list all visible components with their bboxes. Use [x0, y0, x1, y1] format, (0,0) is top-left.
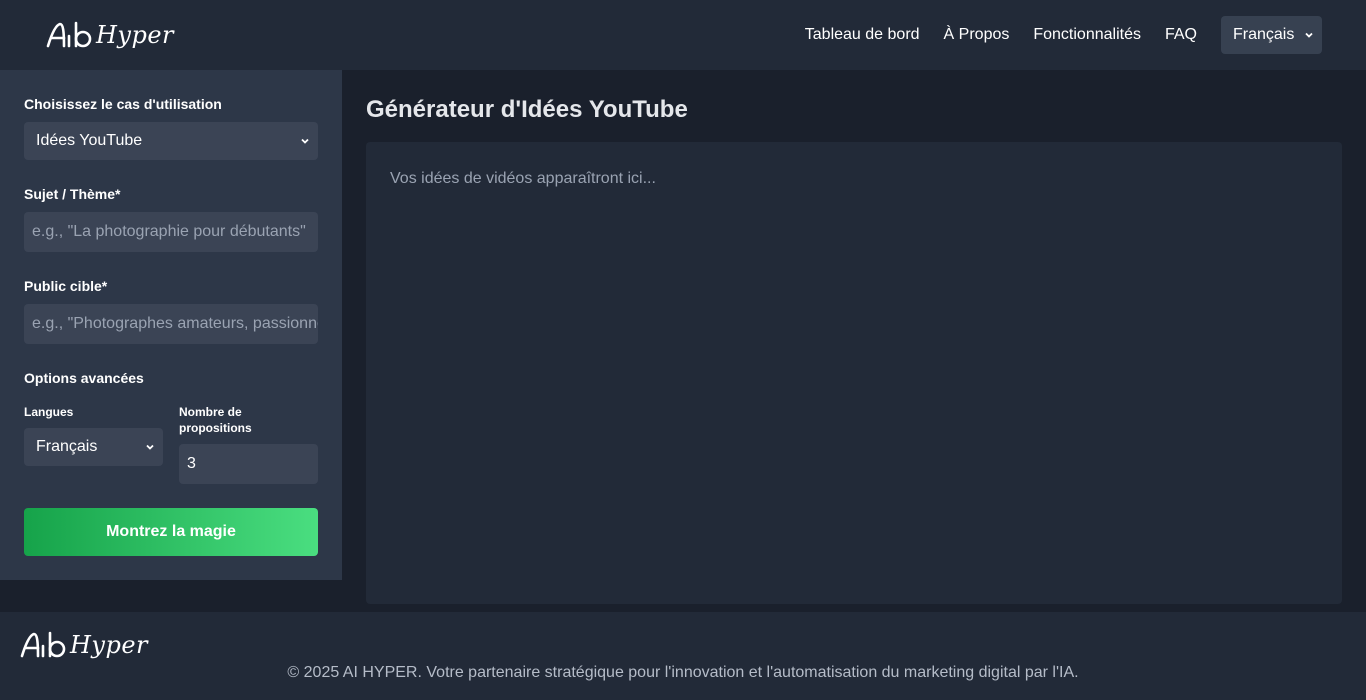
audience-placeholder: e.g., "Photographes amateurs, passionnés…	[32, 315, 318, 332]
generate-button[interactable]: Montrez la magie	[24, 508, 318, 556]
chevron-down-icon	[301, 138, 309, 144]
brand-logo[interactable]: Hyper	[46, 18, 174, 52]
output-placeholder: Vos idées de vidéos apparaîtront ici...	[390, 170, 656, 187]
count-input[interactable]: 3	[179, 444, 318, 484]
use-case-value: Idées YouTube	[36, 132, 143, 149]
ai-logo-icon	[46, 21, 92, 48]
page-title: Générateur d'Idées YouTube	[366, 96, 688, 123]
nav-faq[interactable]: FAQ	[1165, 26, 1197, 44]
settings-sidebar: Choisissez le cas d'utilisation Idées Yo…	[0, 70, 342, 580]
language-select[interactable]: Français	[1221, 16, 1322, 54]
footer-logo[interactable]: Hyper	[20, 628, 148, 662]
audience-label: Public cible*	[24, 278, 108, 294]
language-select-value: Français	[1233, 26, 1295, 43]
subject-input[interactable]: e.g., "La photographie pour débutants"	[24, 212, 318, 252]
subject-label: Sujet / Thème*	[24, 186, 121, 202]
top-header: Hyper Tableau de bord À Propos Fonctionn…	[0, 0, 1366, 70]
nav-dashboard[interactable]: Tableau de bord	[805, 26, 920, 44]
languages-label: Langues	[24, 405, 74, 419]
copyright-text: © 2025 AI HYPER. Votre partenaire straté…	[287, 664, 1079, 681]
page-footer: Hyper © 2025 AI HYPER. Votre partenaire …	[0, 612, 1366, 700]
use-case-select[interactable]: Idées YouTube	[24, 122, 318, 160]
output-panel: Vos idées de vidéos apparaîtront ici...	[366, 142, 1342, 604]
footer-brand-name: Hyper	[70, 631, 149, 659]
chevron-down-icon	[146, 444, 154, 450]
audience-input[interactable]: e.g., "Photographes amateurs, passionnés…	[24, 304, 318, 344]
chevron-down-icon	[1305, 32, 1313, 38]
ai-logo-icon	[20, 631, 66, 658]
main-nav: Tableau de bord À Propos Fonctionnalités…	[781, 16, 1322, 54]
use-case-label: Choisissez le cas d'utilisation	[24, 96, 222, 112]
nav-features[interactable]: Fonctionnalités	[1033, 26, 1141, 44]
brand-name: Hyper	[96, 21, 175, 49]
count-value: 3	[187, 455, 196, 472]
subject-placeholder: e.g., "La photographie pour débutants"	[32, 223, 306, 240]
advanced-options-label: Options avancées	[24, 370, 144, 386]
languages-value: Français	[36, 438, 98, 455]
languages-select[interactable]: Français	[24, 428, 163, 466]
nav-about[interactable]: À Propos	[944, 26, 1010, 44]
count-label: Nombre de propositions	[179, 405, 252, 435]
